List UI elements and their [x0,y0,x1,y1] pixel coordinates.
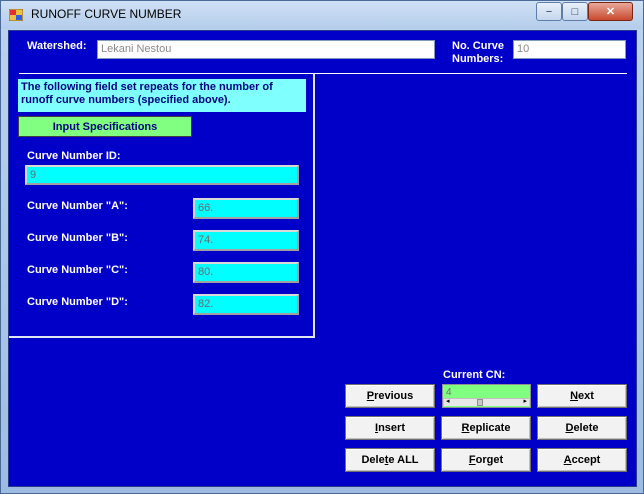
curve-a-input[interactable]: 66. [193,198,299,219]
maximize-button[interactable]: □ [562,2,588,21]
current-cn-scrollbar[interactable]: ◂ ▸ [444,398,529,406]
next-label: ext [578,390,594,402]
forget-button[interactable]: Forget [441,448,531,472]
previous-label: revious [374,390,414,402]
app-icon [9,9,23,21]
curve-id-input[interactable]: 9 [25,165,299,185]
curve-id-label: Curve Number ID: [27,150,121,162]
current-cn-value: 4 [446,387,452,398]
window-title: RUNOFF CURVE NUMBER [31,7,182,21]
curve-b-input[interactable]: 74. [193,230,299,251]
title-bar[interactable]: RUNOFF CURVE NUMBER − □ ✕ [1,1,643,29]
accept-button[interactable]: Accept [537,448,627,472]
maximize-icon: □ [571,5,579,18]
curve-c-label: Curve Number "C": [27,264,128,276]
curve-a-label: Curve Number "A": [27,200,128,212]
insert-label: nsert [378,422,405,434]
delete-label: elete [573,422,599,434]
num-curve-label-line1: No. Curve [452,40,504,52]
curve-b-label: Curve Number "B": [27,232,128,244]
fieldset-info-text: The following field set repeats for the … [18,79,306,112]
scroll-left-icon[interactable]: ◂ [446,398,450,406]
forget-accesskey: F [468,454,476,466]
replicate-label: eplicate [469,422,511,434]
delete-all-button[interactable]: Dele t e ALL [345,448,435,472]
previous-accesskey: P [366,390,375,402]
close-icon: ✕ [605,6,616,18]
current-cn-field[interactable]: 4 ◂ ▸ [442,384,531,408]
accept-label: ccept [571,454,601,466]
curve-d-label: Curve Number "D": [27,296,128,308]
next-button[interactable]: Next [537,384,627,408]
scroll-thumb[interactable] [477,399,483,406]
forget-label: orget [475,454,504,466]
accept-accesskey: A [563,454,572,466]
watershed-input[interactable]: Lekani Nestou [97,40,435,59]
replicate-accesskey: R [461,422,470,434]
delete-button[interactable]: Delete [537,416,627,440]
insert-button[interactable]: Insert [345,416,435,440]
delete-accesskey: D [565,422,574,434]
delete-all-label-post: e ALL [388,454,419,466]
replicate-button[interactable]: Replicate [441,416,531,440]
next-accesskey: N [570,390,579,402]
curve-d-input[interactable]: 82. [193,294,299,315]
watershed-label: Watershed: [27,40,87,52]
minimize-icon: − [545,5,553,18]
previous-button[interactable]: Previous [345,384,435,408]
current-cn-label: Current CN: [443,369,506,381]
close-button[interactable]: ✕ [588,2,633,21]
scroll-right-icon[interactable]: ▸ [523,398,527,406]
app-window: RUNOFF CURVE NUMBER − □ ✕ Watershed: Lek… [0,0,644,494]
curve-c-input[interactable]: 80. [193,262,299,283]
input-specifications-button[interactable]: Input Specifications [18,116,192,137]
num-curve-input[interactable]: 10 [513,40,626,59]
delete-all-label-pre: Dele [361,454,385,466]
form-client-area: Watershed: Lekani Nestou No. Curve Numbe… [8,30,637,487]
num-curve-label-line2: Numbers: [452,53,504,65]
minimize-button[interactable]: − [536,2,562,21]
